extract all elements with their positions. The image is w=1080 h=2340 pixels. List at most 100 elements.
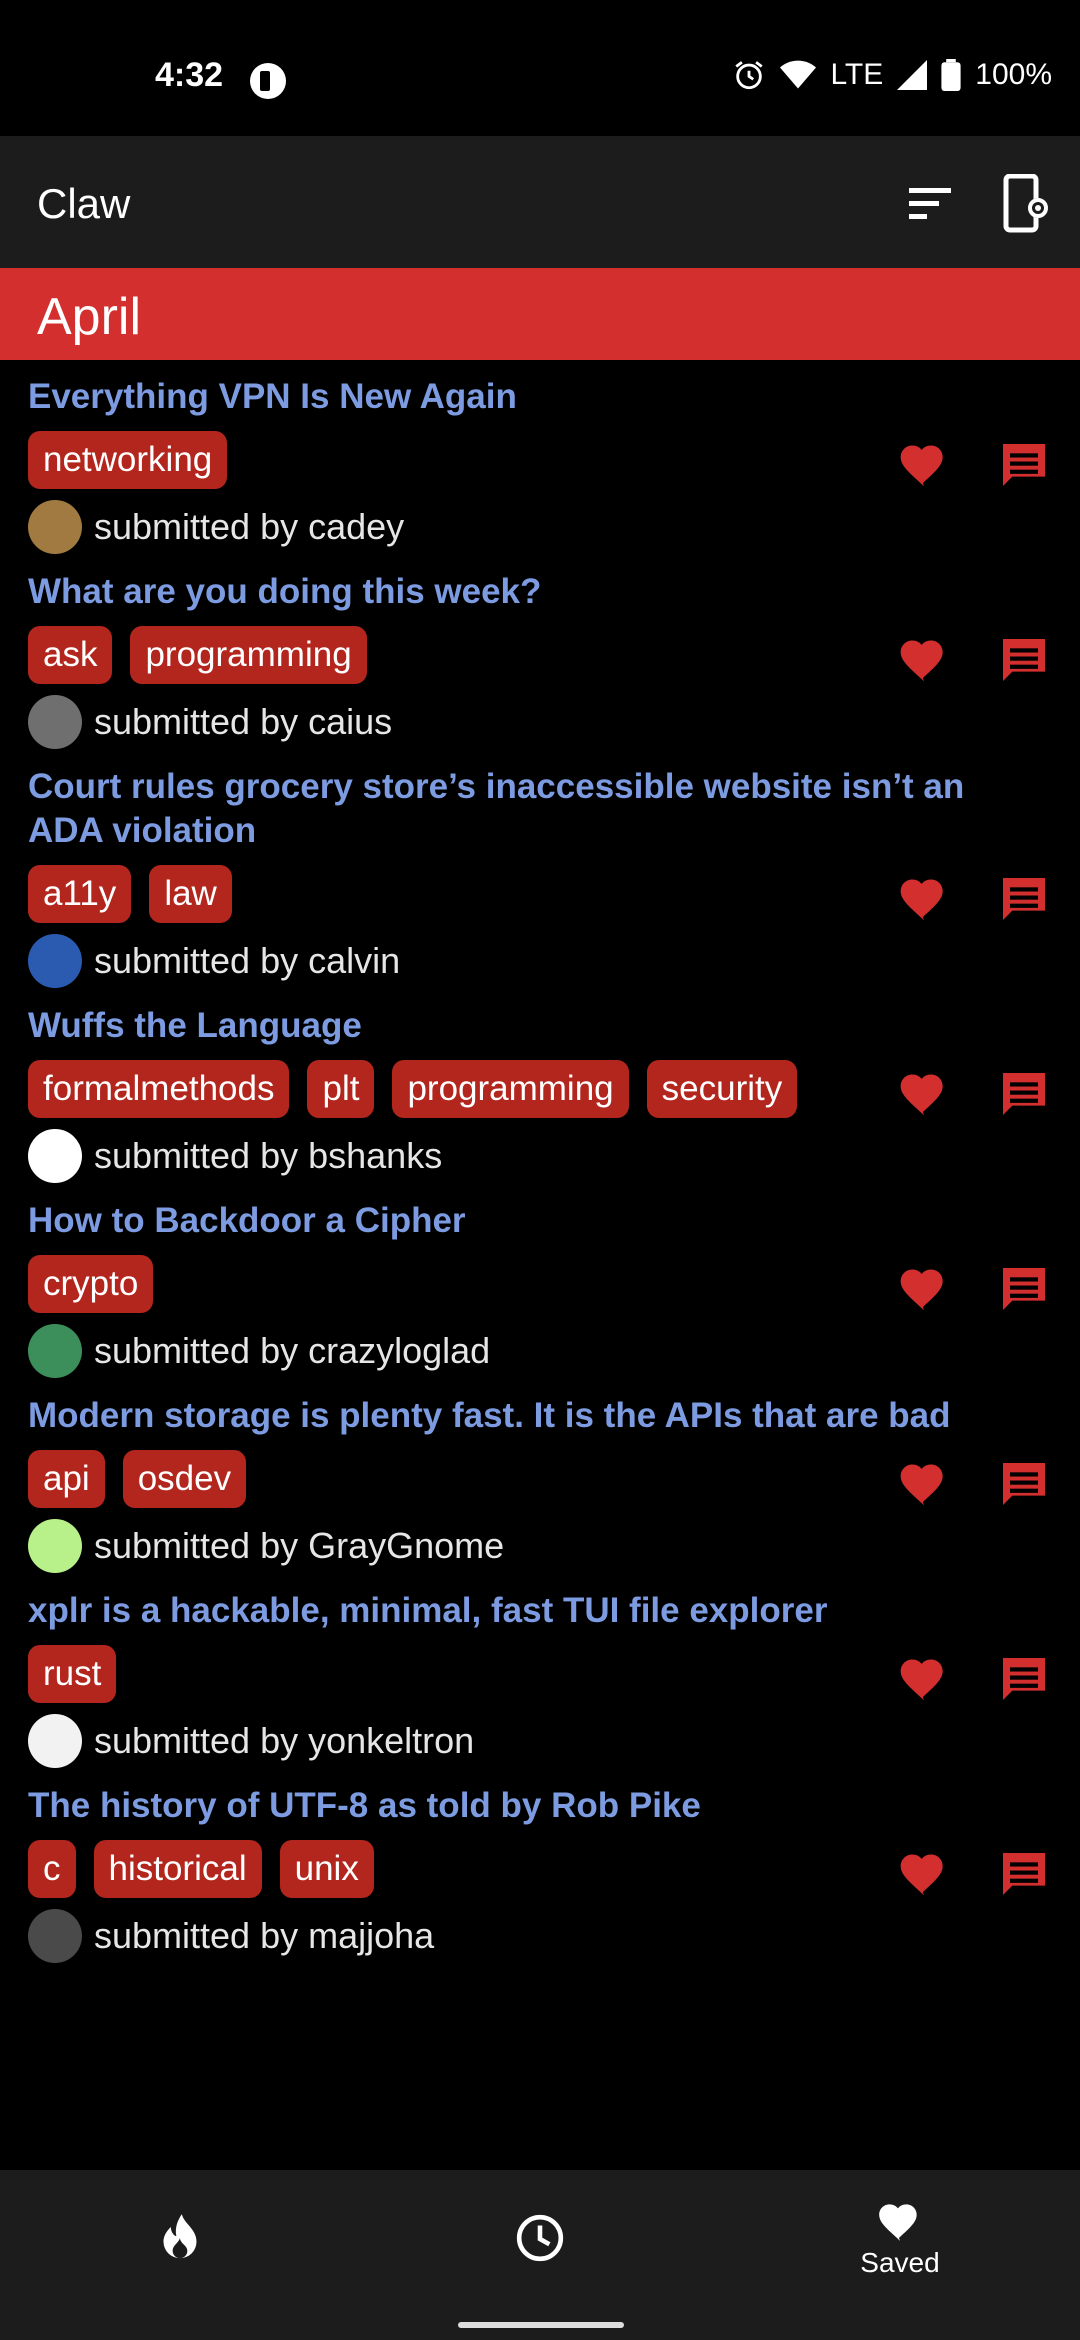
heart-icon[interactable]: [896, 1846, 952, 1902]
month-banner: April: [0, 268, 1080, 360]
story-actions: [896, 1261, 1052, 1317]
comment-icon[interactable]: [996, 632, 1052, 688]
comment-icon[interactable]: [996, 437, 1052, 493]
story-item[interactable]: The history of UTF-8 as told by Rob Pike…: [0, 1769, 1080, 1964]
sort-icon[interactable]: [905, 184, 955, 224]
story-actions: [896, 632, 1052, 688]
story-actions: [896, 1066, 1052, 1122]
tag-chip[interactable]: security: [646, 1060, 798, 1118]
story-tags: a11y law: [28, 865, 828, 935]
tag-chip[interactable]: osdev: [122, 1450, 247, 1508]
story-item[interactable]: What are you doing this week? ask programm…: [0, 555, 1080, 750]
tag-chip[interactable]: plt: [307, 1060, 375, 1118]
story-title[interactable]: Court rules grocery store’s inaccessible…: [28, 750, 1080, 853]
wifi-icon: [780, 60, 817, 89]
byline-text[interactable]: submitted by caius: [94, 701, 392, 743]
battery-icon: [941, 59, 961, 91]
status-icons: LTE 100%: [732, 58, 1052, 92]
heart-icon[interactable]: [896, 871, 952, 927]
heart-icon[interactable]: [896, 1066, 952, 1122]
story-tags: c historical unix: [28, 1840, 828, 1910]
tag-chip[interactable]: programming: [130, 626, 367, 684]
story-item[interactable]: Court rules grocery store’s inaccessible…: [0, 750, 1080, 989]
settings-phone-icon[interactable]: [1002, 174, 1048, 234]
byline-text[interactable]: submitted by majjoha: [94, 1915, 434, 1957]
comment-icon[interactable]: [996, 1456, 1052, 1512]
avatar[interactable]: [28, 695, 82, 749]
nav-hot[interactable]: [0, 2170, 360, 2306]
tag-chip[interactable]: a11y: [28, 865, 132, 923]
story-title[interactable]: How to Backdoor a Cipher: [28, 1184, 1080, 1243]
heart-icon[interactable]: [896, 632, 952, 688]
comment-icon[interactable]: [996, 871, 1052, 927]
story-actions: [896, 1846, 1052, 1902]
dnd-icon: [250, 63, 286, 99]
story-item[interactable]: xplr is a hackable, minimal, fast TUI fi…: [0, 1574, 1080, 1769]
tag-chip[interactable]: rust: [28, 1645, 117, 1703]
story-feed[interactable]: Everything VPN Is New Again networking sub…: [0, 360, 1080, 2170]
avatar[interactable]: [28, 1324, 82, 1378]
tag-chip[interactable]: networking: [28, 431, 228, 489]
heart-icon[interactable]: [896, 1261, 952, 1317]
story-title[interactable]: xplr is a hackable, minimal, fast TUI fi…: [28, 1574, 1080, 1633]
tag-chip[interactable]: unix: [279, 1840, 374, 1898]
byline-text[interactable]: submitted by yonkeltron: [94, 1720, 474, 1762]
nav-saved[interactable]: Saved: [720, 2170, 1080, 2306]
bottom-navigation: Saved: [0, 2170, 1080, 2306]
avatar[interactable]: [28, 934, 82, 988]
story-title[interactable]: The history of UTF-8 as told by Rob Pike: [28, 1769, 1080, 1828]
byline-text[interactable]: submitted by calvin: [94, 940, 400, 982]
story-item[interactable]: Wuffs the Language formalmethods plt progra…: [0, 989, 1080, 1184]
heart-icon[interactable]: [896, 1651, 952, 1707]
story-byline: submitted by bshanks: [28, 1128, 1080, 1184]
tag-chip[interactable]: programming: [392, 1060, 629, 1118]
story-item[interactable]: Modern storage is plenty fast. It is the…: [0, 1379, 1080, 1574]
signal-icon: [897, 60, 928, 90]
story-tags: crypto: [28, 1255, 828, 1325]
tag-chip[interactable]: historical: [93, 1840, 262, 1898]
comment-icon[interactable]: [996, 1261, 1052, 1317]
byline-text[interactable]: submitted by bshanks: [94, 1135, 442, 1177]
story-tags: rust: [28, 1645, 828, 1715]
gesture-pill[interactable]: [458, 2322, 624, 2328]
story-title[interactable]: Modern storage is plenty fast. It is the…: [28, 1379, 1080, 1438]
comment-icon[interactable]: [996, 1651, 1052, 1707]
network-label: LTE: [830, 58, 884, 91]
story-title[interactable]: Everything VPN Is New Again: [28, 360, 1080, 419]
nav-recent[interactable]: [360, 2170, 720, 2306]
story-actions: [896, 437, 1052, 493]
story-title[interactable]: Wuffs the Language: [28, 989, 1080, 1048]
tag-chip[interactable]: c: [28, 1840, 76, 1898]
story-title[interactable]: What are you doing this week?: [28, 555, 1080, 614]
avatar[interactable]: [28, 500, 82, 554]
story-item[interactable]: How to Backdoor a Cipher crypto submitted …: [0, 1184, 1080, 1379]
story-actions: [896, 1651, 1052, 1707]
tag-chip[interactable]: crypto: [28, 1255, 154, 1313]
story-byline: submitted by majjoha: [28, 1908, 1080, 1964]
avatar[interactable]: [28, 1129, 82, 1183]
clock-icon: [516, 2214, 564, 2262]
story-item[interactable]: Everything VPN Is New Again networking sub…: [0, 360, 1080, 555]
tag-chip[interactable]: api: [28, 1450, 105, 1508]
app-bar: Claw: [0, 136, 1080, 268]
story-byline: submitted by cadey: [28, 499, 1080, 555]
comment-icon[interactable]: [996, 1066, 1052, 1122]
byline-text[interactable]: submitted by GrayGnome: [94, 1525, 504, 1567]
tag-chip[interactable]: ask: [28, 626, 113, 684]
story-byline: submitted by caius: [28, 694, 1080, 750]
comment-icon[interactable]: [996, 1846, 1052, 1902]
heart-icon[interactable]: [896, 1456, 952, 1512]
status-bar: 4:32 LTE 100%: [0, 0, 1080, 136]
story-byline: submitted by yonkeltron: [28, 1713, 1080, 1769]
tag-chip[interactable]: formalmethods: [28, 1060, 290, 1118]
avatar[interactable]: [28, 1519, 82, 1573]
heart-icon[interactable]: [896, 437, 952, 493]
story-actions: [896, 871, 1052, 927]
avatar[interactable]: [28, 1909, 82, 1963]
app-title: Claw: [37, 180, 131, 227]
avatar[interactable]: [28, 1714, 82, 1768]
gesture-bar: [0, 2306, 1080, 2340]
byline-text[interactable]: submitted by crazyloglad: [94, 1330, 490, 1372]
tag-chip[interactable]: law: [149, 865, 232, 923]
byline-text[interactable]: submitted by cadey: [94, 506, 404, 548]
